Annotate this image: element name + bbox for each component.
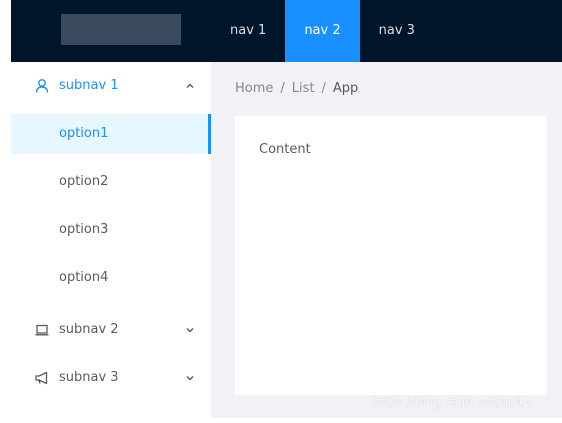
submenu-1-label: subnav 1 (59, 78, 119, 93)
content-panel: Content (235, 116, 547, 395)
header: nav 1 nav 2 nav 3 (11, 0, 562, 62)
menu-option-2[interactable]: option2 (11, 162, 211, 202)
menu-option-1[interactable]: option1 (11, 114, 211, 154)
app-layout: nav 1 nav 2 nav 3 subnav 1 option1 optio… (11, 0, 562, 418)
nav-item-2[interactable]: nav 2 (285, 0, 360, 62)
submenu-3-title[interactable]: subnav 3 (11, 354, 211, 402)
sidebar: subnav 1 option1 option2 option3 option4… (11, 62, 211, 418)
breadcrumb-separator: / (321, 81, 326, 96)
breadcrumb-home[interactable]: Home (235, 78, 273, 100)
submenu-1-title[interactable]: subnav 1 (11, 62, 211, 110)
submenu-2-label: subnav 2 (59, 322, 119, 337)
breadcrumb-list[interactable]: List (292, 78, 315, 100)
user-icon (35, 79, 49, 93)
logo (61, 14, 181, 45)
submenu-3-label: subnav 3 (59, 370, 119, 385)
top-nav: nav 1 nav 2 nav 3 (211, 0, 434, 62)
notification-icon (35, 371, 48, 385)
breadcrumb: Home / List / App (235, 78, 358, 100)
breadcrumb-app: App (332, 81, 359, 96)
nav-item-1[interactable]: nav 1 (211, 0, 285, 62)
menu-option-3[interactable]: option3 (11, 210, 211, 250)
nav-item-3[interactable]: nav 3 (360, 0, 434, 62)
watermark: https://blog.csdn.net/quitv (372, 395, 531, 409)
laptop-icon (35, 324, 49, 336)
chevron-up-icon (186, 83, 194, 88)
content-text: Content (259, 142, 311, 157)
chevron-down-icon (186, 376, 194, 381)
submenu-2-title[interactable]: subnav 2 (11, 306, 211, 354)
chevron-down-icon (186, 328, 194, 333)
menu-option-4[interactable]: option4 (11, 258, 211, 298)
breadcrumb-separator: / (280, 81, 285, 96)
